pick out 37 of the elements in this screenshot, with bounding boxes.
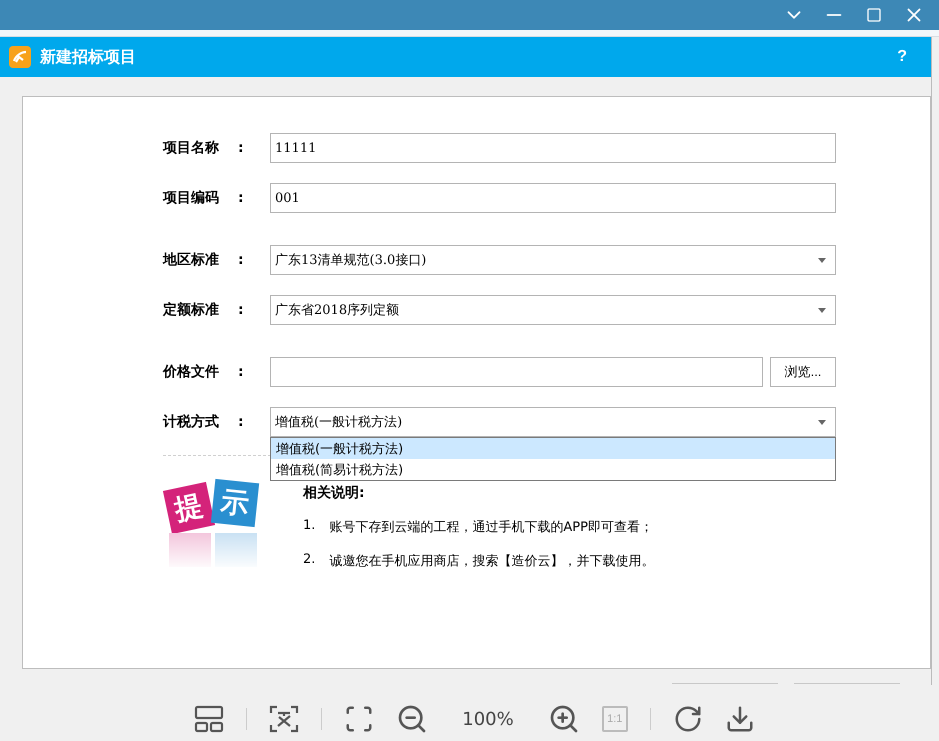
field-colon: : (238, 140, 245, 156)
tip-badge: 提 示 (163, 478, 263, 573)
tip-title: 相关说明: (303, 484, 366, 502)
tip-item: 2. 诚邀您在手机应用商店，搜索【造价云】，并下载使用。 (303, 552, 654, 570)
dropdown-caret-icon (818, 258, 826, 262)
file-path-field[interactable] (270, 357, 763, 387)
dropdown-caret-icon (818, 420, 826, 424)
fit-screen-icon[interactable] (344, 704, 374, 734)
dropdown-option[interactable]: 增值税(一般计税方法) (271, 438, 835, 459)
download-icon[interactable] (724, 704, 755, 734)
dropdown-caret-icon (818, 308, 826, 312)
field-label: 计税方式 (163, 413, 220, 431)
zoom-level: 100% (462, 708, 514, 730)
dropdown-field[interactable]: 广东省2018序列定额 (270, 295, 836, 325)
field-colon: : (238, 364, 245, 380)
field-colon: : (238, 190, 245, 206)
field-label: 价格文件 (163, 363, 220, 381)
field-colon: : (238, 252, 245, 268)
field-label: 定额标准 (163, 301, 220, 319)
rotate-icon[interactable] (672, 704, 703, 734)
field-label: 项目名称 (163, 139, 220, 157)
text-field[interactable]: 11111 (270, 133, 836, 163)
field-label: 地区标准 (163, 251, 220, 269)
dialog-title: 新建招标项目 (40, 46, 137, 68)
text-scan-icon[interactable] (269, 705, 300, 733)
text-field[interactable]: 001 (270, 183, 836, 213)
dropdown-field[interactable]: 广东13清单规范(3.0接口) (270, 245, 836, 275)
field-colon: : (238, 414, 245, 430)
layout-icon[interactable] (194, 705, 224, 733)
app-logo-icon (9, 46, 31, 68)
browse-button[interactable]: 浏览... (770, 357, 836, 387)
zoom-out-icon[interactable] (396, 703, 428, 735)
zoom-in-icon[interactable] (548, 703, 580, 735)
dropdown-field[interactable]: 增值税(一般计税方法) (270, 407, 836, 437)
field-colon: : (238, 302, 245, 318)
field-label: 项目编码 (163, 189, 220, 207)
tip-item: 1. 账号下存到云端的工程，通过手机下载的APP即可查看； (303, 518, 654, 536)
